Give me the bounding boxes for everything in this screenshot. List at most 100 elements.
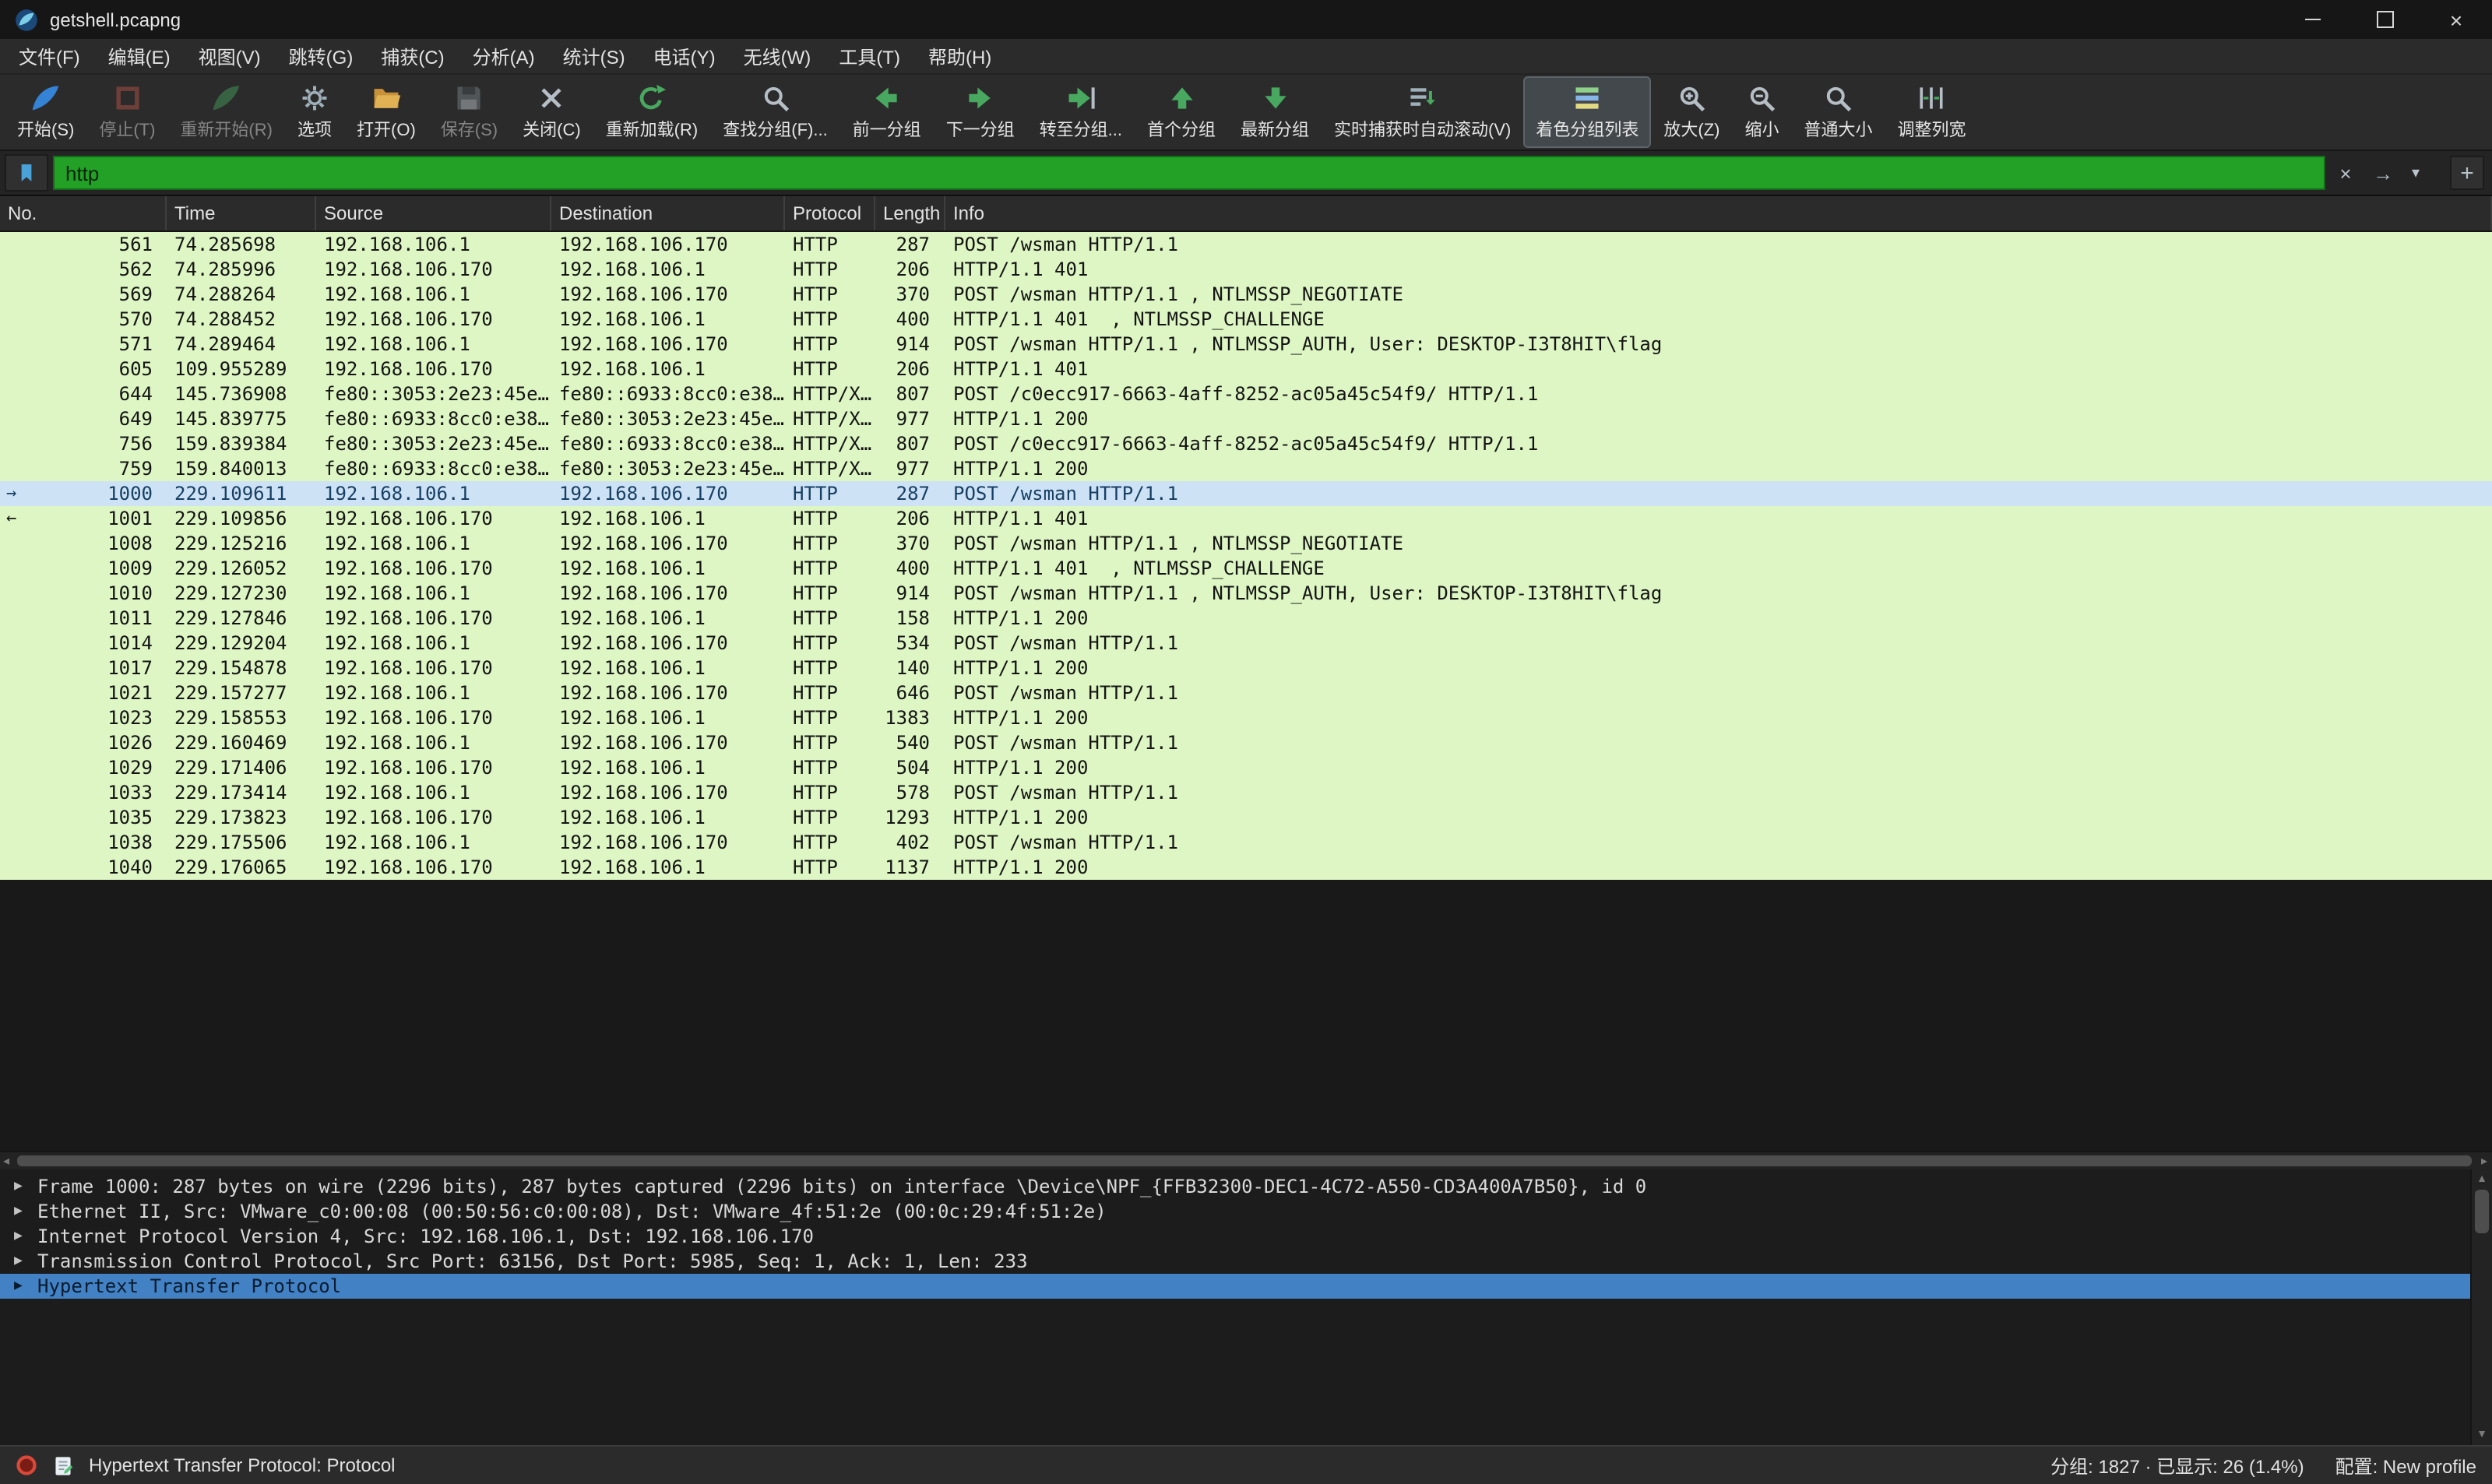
column-header-time[interactable]: Time [167, 196, 316, 230]
stop-capture-button[interactable]: 停止(T) [88, 78, 166, 146]
minimize-button[interactable] [2277, 0, 2349, 39]
filter-apply-button[interactable]: → [2366, 156, 2400, 190]
menu-view[interactable]: 视图(V) [185, 38, 275, 74]
cell-proto: HTTP [785, 805, 875, 830]
packet-row-756[interactable]: 756159.839384fe80::3053:2e23:45e…fe80::6… [0, 431, 2492, 456]
open-file-button[interactable]: 打开(O) [346, 78, 427, 146]
expander-icon[interactable]: ▶ [14, 1249, 23, 1274]
packet-row-562[interactable]: 56274.285996192.168.106.170192.168.106.1… [0, 257, 2492, 282]
packet-row-571[interactable]: 57174.289464192.168.106.1192.168.106.170… [0, 332, 2492, 357]
next-packet-button[interactable]: 下一分组 [935, 78, 1026, 146]
vertical-scrollbar[interactable]: ▲ ▼ [2470, 1169, 2492, 1445]
packet-row-1010[interactable]: 1010229.127230192.168.106.1192.168.106.1… [0, 581, 2492, 606]
packet-row-1035[interactable]: 1035229.173823192.168.106.170192.168.106… [0, 805, 2492, 830]
packet-row-570[interactable]: 57074.288452192.168.106.170192.168.106.1… [0, 307, 2492, 332]
packet-row-1040[interactable]: 1040229.176065192.168.106.170192.168.106… [0, 855, 2492, 880]
expander-icon[interactable]: ▶ [14, 1174, 23, 1199]
packet-row-1000[interactable]: 1000→229.109611192.168.106.1192.168.106.… [0, 481, 2492, 506]
menu-telephony[interactable]: 电话(Y) [639, 38, 730, 74]
menu-wireless[interactable]: 无线(W) [730, 38, 825, 74]
scroll-down-icon[interactable]: ▼ [2472, 1428, 2492, 1442]
menu-file[interactable]: 文件(F) [5, 38, 94, 74]
packet-row-569[interactable]: 56974.288264192.168.106.1192.168.106.170… [0, 282, 2492, 307]
packet-row-759[interactable]: 759159.840013fe80::6933:8cc0:e38…fe80::3… [0, 456, 2492, 481]
detail-text: Hypertext Transfer Protocol [37, 1275, 341, 1297]
menu-statistics[interactable]: 统计(S) [549, 38, 639, 74]
reload-file-button[interactable]: 重新加载(R) [595, 78, 709, 146]
packet-row-605[interactable]: 605109.955289192.168.106.170192.168.106.… [0, 357, 2492, 382]
filter-dropdown-button[interactable]: ▾ [2405, 156, 2427, 190]
column-header-length[interactable]: Length [875, 196, 945, 230]
packet-row-561[interactable]: 56174.285698192.168.106.1192.168.106.170… [0, 232, 2492, 257]
capture-options-button[interactable]: 选项 [287, 78, 343, 146]
zoom-out-button[interactable]: 缩小 [1733, 78, 1790, 146]
column-header-no[interactable]: No. [0, 196, 167, 230]
expander-icon[interactable]: ▶ [14, 1274, 23, 1299]
detail-ethernet[interactable]: ▶Ethernet II, Src: VMware_c0:00:08 (00:5… [0, 1199, 2492, 1224]
packet-row-1038[interactable]: 1038229.175506192.168.106.1192.168.106.1… [0, 830, 2492, 855]
goto-packet-icon [1065, 83, 1096, 114]
column-header-destination[interactable]: Destination [551, 196, 785, 230]
filter-clear-button[interactable]: × [2330, 156, 2361, 190]
detail-frame[interactable]: ▶Frame 1000: 287 bytes on wire (2296 bit… [0, 1174, 2492, 1199]
packet-row-1008[interactable]: 1008229.125216192.168.106.1192.168.106.1… [0, 531, 2492, 556]
column-header-protocol[interactable]: Protocol [785, 196, 875, 230]
packet-row-1009[interactable]: 1009229.126052192.168.106.170192.168.106… [0, 556, 2492, 581]
auto-scroll-button[interactable]: 实时捕获时自动滚动(V) [1323, 78, 1522, 146]
packet-row-1029[interactable]: 1029229.171406192.168.106.170192.168.106… [0, 755, 2492, 780]
scroll-up-icon[interactable]: ▲ [2472, 1173, 2492, 1187]
menu-go[interactable]: 跳转(G) [275, 38, 368, 74]
expander-icon[interactable]: ▶ [14, 1224, 23, 1249]
cell-dst: 192.168.106.170 [551, 730, 785, 755]
horizontal-scrollbar[interactable]: ◂ ▸ [0, 1151, 2492, 1169]
menu-edit[interactable]: 编辑(E) [94, 38, 185, 74]
colorize-packets-button[interactable]: 着色分组列表 [1525, 78, 1649, 146]
expert-info-icon[interactable] [16, 1454, 37, 1476]
menu-capture[interactable]: 捕获(C) [367, 38, 458, 74]
packet-row-1026[interactable]: 1026229.160469192.168.106.1192.168.106.1… [0, 730, 2492, 755]
find-packet-button[interactable]: 查找分组(F)... [712, 78, 838, 146]
save-file-button[interactable]: 保存(S) [430, 78, 509, 146]
maximize-button[interactable] [2349, 0, 2420, 39]
capture-comment-icon[interactable] [51, 1454, 75, 1477]
packet-row-1023[interactable]: 1023229.158553192.168.106.170192.168.106… [0, 705, 2492, 730]
restart-capture-button[interactable]: 重新开始(R) [169, 78, 283, 146]
detail-tcp[interactable]: ▶Transmission Control Protocol, Src Port… [0, 1249, 2492, 1274]
detail-ip[interactable]: ▶Internet Protocol Version 4, Src: 192.1… [0, 1224, 2492, 1249]
start-capture-button[interactable]: 开始(S) [6, 78, 85, 146]
vscroll-thumb[interactable] [2475, 1190, 2489, 1233]
cell-info: HTTP/1.1 200 [945, 656, 2492, 680]
expander-icon[interactable]: ▶ [14, 1199, 23, 1224]
goto-packet-button[interactable]: 转至分组... [1029, 78, 1133, 146]
normal-size-button[interactable]: 普通大小 [1793, 78, 1883, 146]
packet-row-649[interactable]: 649145.839775fe80::6933:8cc0:e38…fe80::3… [0, 406, 2492, 431]
menu-tools[interactable]: 工具(T) [825, 38, 914, 74]
column-header-info[interactable]: Info [945, 196, 2492, 230]
previous-packet-button[interactable]: 前一分组 [842, 78, 932, 146]
hscroll-thumb[interactable] [17, 1155, 2472, 1166]
scroll-right-icon[interactable]: ▸ [2481, 1152, 2487, 1169]
packet-row-1014[interactable]: 1014229.129204192.168.106.1192.168.106.1… [0, 631, 2492, 656]
zoom-in-button[interactable]: 放大(Z) [1653, 78, 1730, 146]
resize-columns-button[interactable]: 调整列宽 [1886, 78, 1976, 146]
packet-row-1033[interactable]: 1033229.173414192.168.106.1192.168.106.1… [0, 780, 2492, 805]
profile-button[interactable]: 配置: New profile [2335, 1452, 2476, 1479]
menu-analyze[interactable]: 分析(A) [459, 38, 549, 74]
packet-row-1001[interactable]: 1001←229.109856192.168.106.170192.168.10… [0, 506, 2492, 531]
filter-add-button[interactable]: + [2450, 156, 2484, 190]
packet-row-1021[interactable]: 1021229.157277192.168.106.1192.168.106.1… [0, 680, 2492, 705]
packet-row-1017[interactable]: 1017229.154878192.168.106.170192.168.106… [0, 656, 2492, 680]
close-button[interactable]: × [2420, 0, 2492, 39]
packet-row-644[interactable]: 644145.736908fe80::3053:2e23:45e…fe80::6… [0, 382, 2492, 406]
close-file-button[interactable]: 关闭(C) [512, 78, 592, 146]
scroll-left-icon[interactable]: ◂ [3, 1152, 9, 1169]
last-packet-button[interactable]: 最新分组 [1230, 78, 1320, 146]
filter-value: http [65, 161, 99, 185]
detail-http[interactable]: ▶ Hypertext Transfer Protocol [0, 1274, 2492, 1299]
first-packet-button[interactable]: 首个分组 [1136, 78, 1227, 146]
display-filter-input[interactable]: http [53, 156, 2325, 190]
menu-help[interactable]: 帮助(H) [914, 38, 1005, 74]
column-header-source[interactable]: Source [316, 196, 551, 230]
packet-row-1011[interactable]: 1011229.127846192.168.106.170192.168.106… [0, 606, 2492, 631]
filter-bookmark-button[interactable] [5, 154, 48, 192]
